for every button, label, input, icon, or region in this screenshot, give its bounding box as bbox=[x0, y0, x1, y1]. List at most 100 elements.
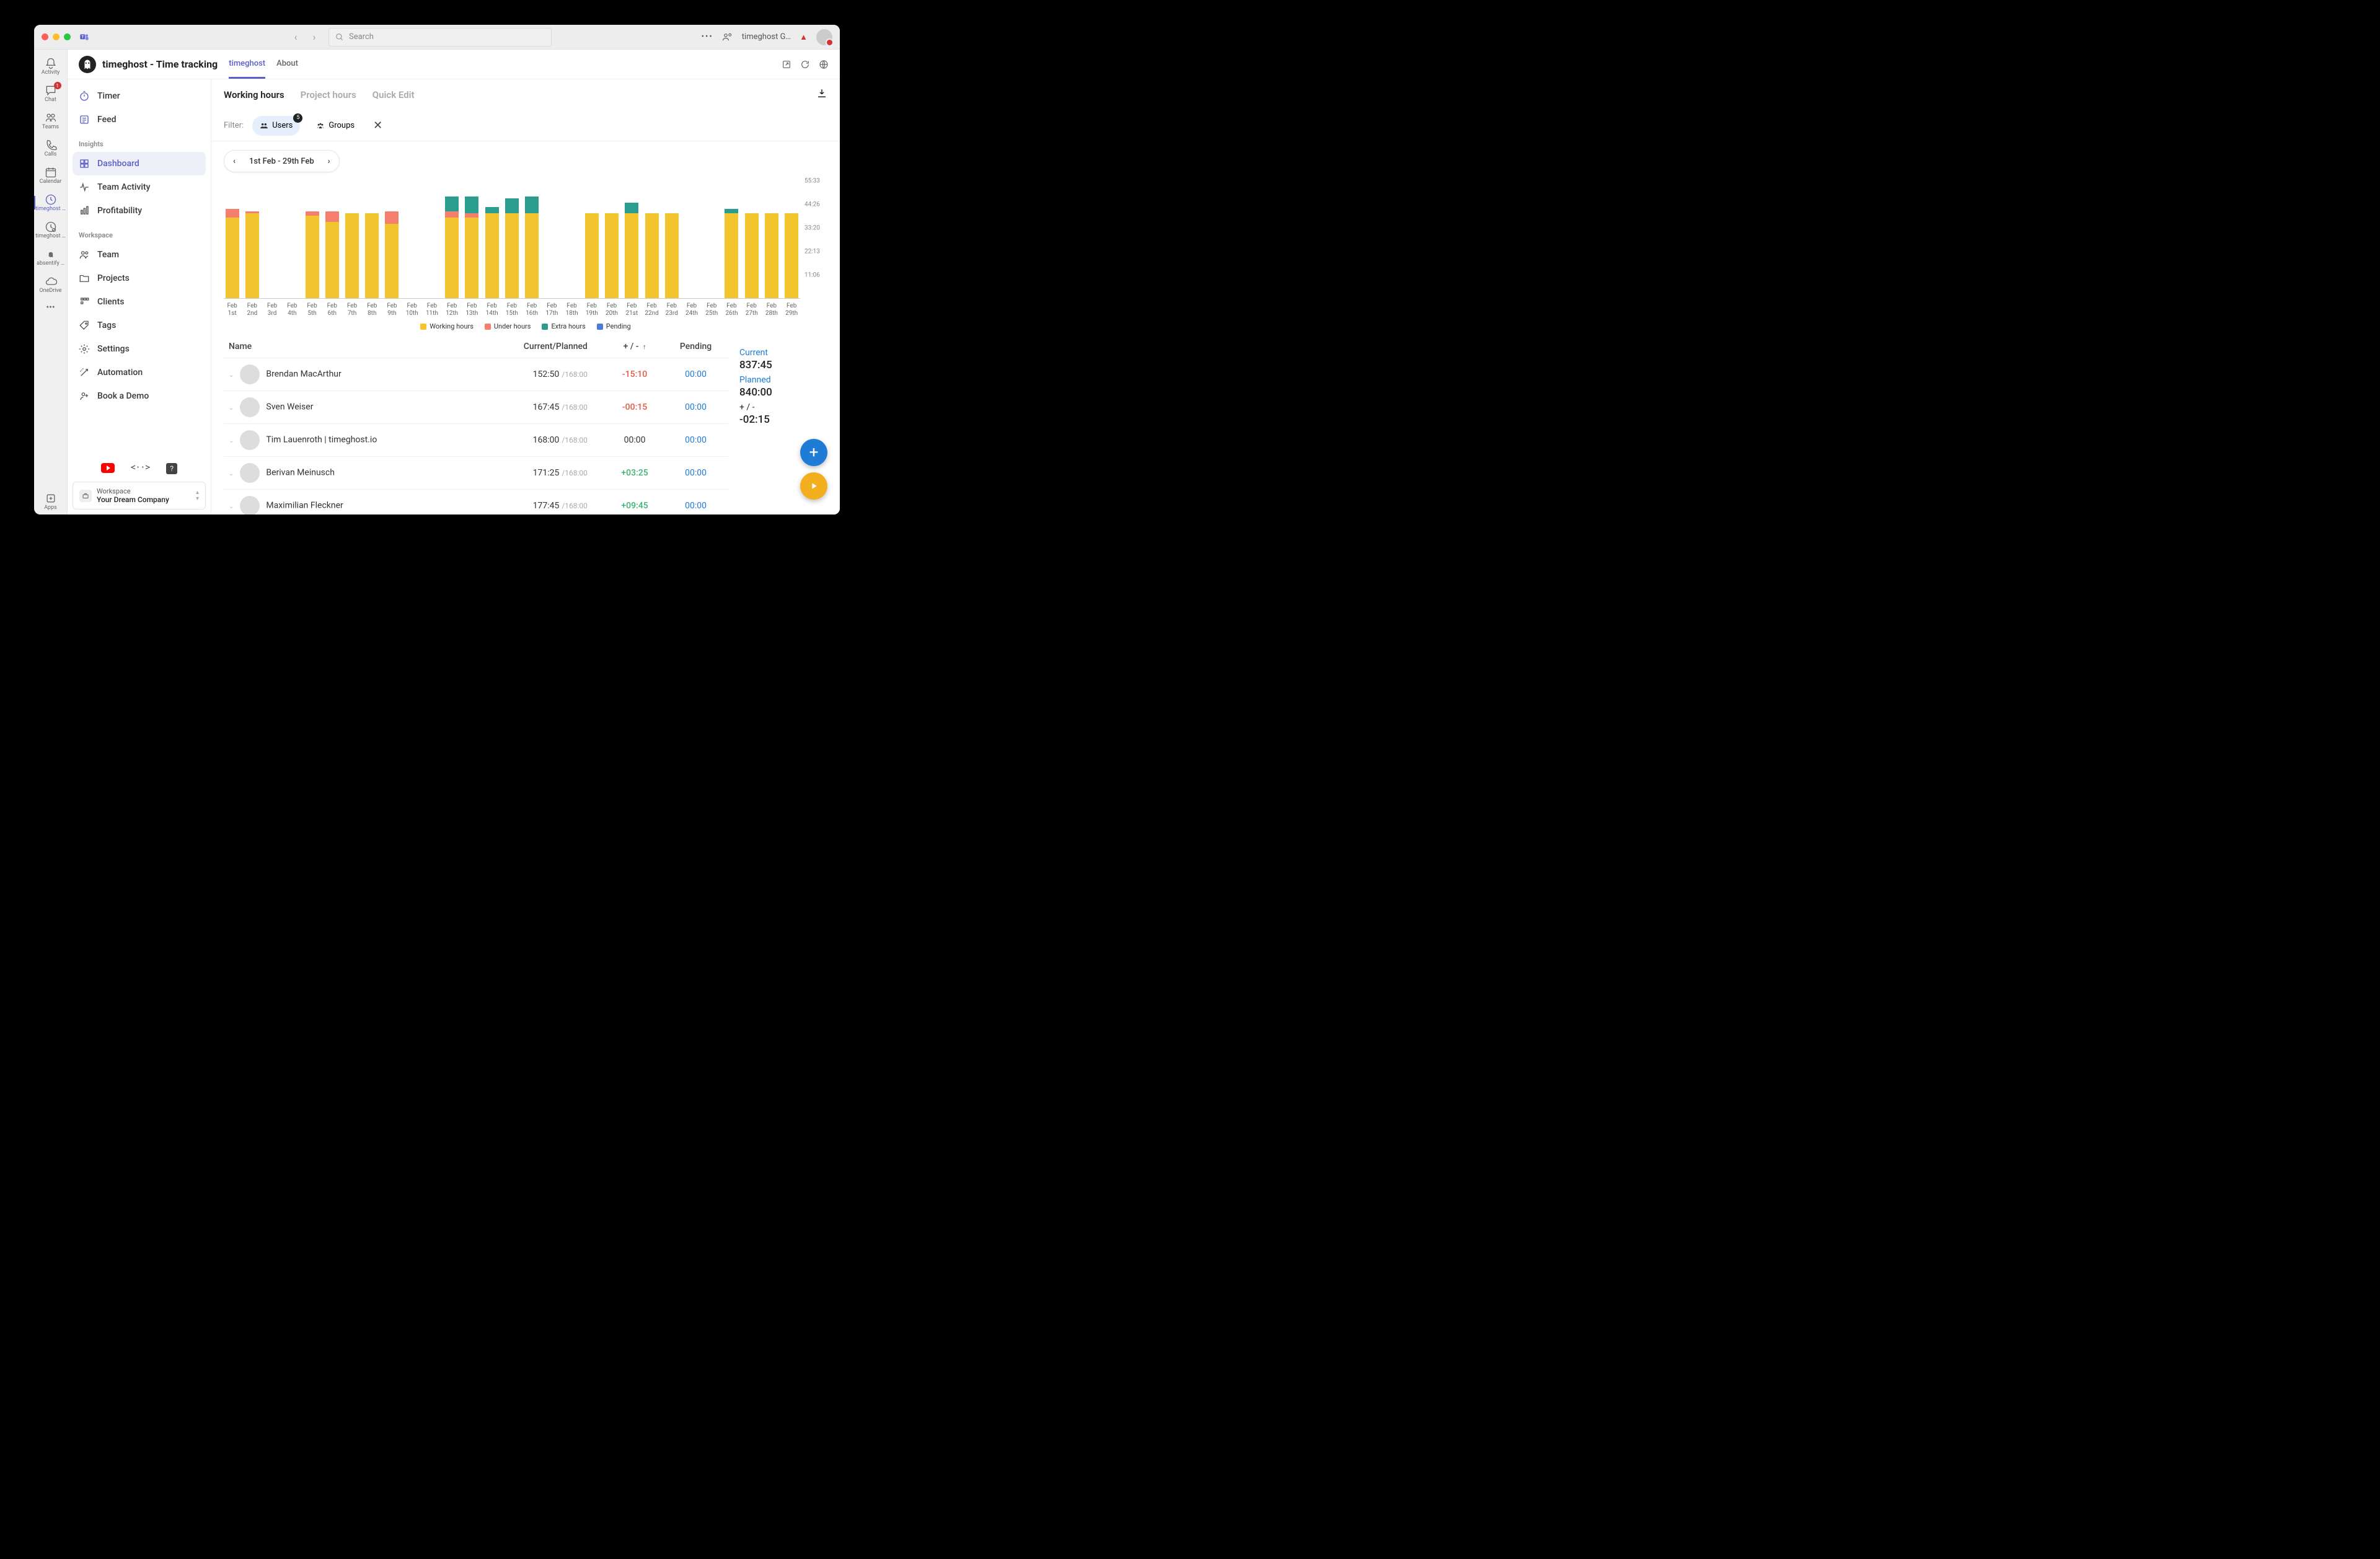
bar-day-6[interactable] bbox=[324, 211, 340, 298]
bar-day-7[interactable] bbox=[343, 213, 360, 298]
date-range-picker[interactable]: ‹ 1st Feb - 29th Feb › bbox=[224, 150, 340, 172]
rail-apps[interactable]: Apps bbox=[34, 488, 68, 515]
users-count-badge: 5 bbox=[293, 113, 302, 123]
col-delta[interactable]: + / - ↑ bbox=[606, 335, 663, 358]
nav-projects[interactable]: Projects bbox=[73, 267, 206, 290]
x-axis: Feb1stFeb2ndFeb3rdFeb4thFeb5thFeb6thFeb7… bbox=[224, 303, 800, 317]
legend-under-hours[interactable]: Under hours bbox=[485, 322, 531, 330]
bar-day-9[interactable] bbox=[384, 211, 400, 298]
nav-team[interactable]: Team bbox=[73, 243, 206, 267]
maximize-window[interactable] bbox=[64, 33, 71, 40]
clear-filter[interactable]: ✕ bbox=[371, 119, 385, 132]
summary-current-label: Current bbox=[739, 348, 834, 358]
more-menu[interactable]: ••• bbox=[702, 32, 713, 42]
nav-profitability[interactable]: Profitability bbox=[73, 199, 206, 223]
nav-timer[interactable]: Timer bbox=[73, 84, 206, 108]
header-tab-timeghost[interactable]: timeghost bbox=[229, 50, 265, 79]
download-icon[interactable] bbox=[816, 88, 827, 102]
filter-groups-chip[interactable]: Groups bbox=[309, 116, 362, 136]
rail-activity[interactable]: Activity bbox=[34, 53, 68, 79]
expand-icon[interactable]: ⌄ bbox=[229, 405, 234, 412]
help-icon[interactable]: ? bbox=[166, 463, 177, 474]
bar-day-16[interactable] bbox=[524, 197, 540, 298]
svg-text:a: a bbox=[48, 250, 52, 258]
rail-timeghost[interactable]: timeghost … bbox=[34, 217, 68, 243]
nav-tags[interactable]: Tags bbox=[73, 314, 206, 337]
prev-range[interactable]: ‹ bbox=[233, 157, 236, 166]
code-icon[interactable]: <··> bbox=[131, 463, 150, 474]
refresh-icon[interactable] bbox=[800, 60, 810, 69]
expand-icon[interactable]: ⌄ bbox=[229, 503, 234, 510]
bar-day-12[interactable] bbox=[444, 197, 461, 298]
bar-day-29[interactable] bbox=[783, 213, 800, 298]
col-name[interactable]: Name bbox=[224, 335, 470, 358]
expand-icon[interactable]: ⌄ bbox=[229, 372, 234, 379]
bar-day-28[interactable] bbox=[763, 213, 780, 298]
legend-pending[interactable]: Pending bbox=[597, 322, 631, 330]
tab-working-hours[interactable]: Working hours bbox=[224, 89, 284, 100]
nav-settings[interactable]: Settings bbox=[73, 337, 206, 361]
bar-day-1[interactable] bbox=[224, 209, 240, 298]
rail-onedrive[interactable]: OneDrive bbox=[34, 272, 68, 298]
nav-back[interactable]: ‹ bbox=[288, 29, 304, 45]
table-row[interactable]: ⌄Maximilian Fleckner 177:45/168:00 +09:4… bbox=[224, 490, 728, 515]
nav-team-activity[interactable]: Team Activity bbox=[73, 175, 206, 199]
table-row[interactable]: ⌄Sven Weiser 167:45/168:00 -00:15 00:00 bbox=[224, 391, 728, 424]
bar-day-22[interactable] bbox=[643, 213, 660, 298]
rail-chat[interactable]: Chat1 bbox=[34, 81, 68, 107]
warning-icon[interactable]: ▲ bbox=[800, 32, 808, 42]
table-row[interactable]: ⌄Berivan Meinusch 171:25/168:00 +03:25 0… bbox=[224, 457, 728, 490]
nav-forward[interactable]: › bbox=[306, 29, 322, 45]
globe-icon[interactable] bbox=[819, 60, 829, 69]
summary-current-value: 837:45 bbox=[739, 359, 834, 371]
bar-day-8[interactable] bbox=[364, 213, 381, 298]
minimize-window[interactable] bbox=[53, 33, 60, 40]
rail-timeghost[interactable]: timeghost … bbox=[34, 190, 68, 216]
workspace-selector[interactable]: WorkspaceYour Dream Company ▴▾ bbox=[73, 482, 206, 510]
tab-quick-edit[interactable]: Quick Edit bbox=[372, 89, 415, 100]
nav-feed[interactable]: Feed bbox=[73, 108, 206, 131]
app-header: timeghost - Time tracking timeghostAbout bbox=[68, 50, 840, 79]
add-fab[interactable]: + bbox=[800, 439, 827, 466]
expand-icon[interactable]: ⌄ bbox=[229, 438, 234, 444]
nav-dashboard[interactable]: Dashboard bbox=[73, 152, 206, 175]
bar-day-13[interactable] bbox=[464, 197, 480, 298]
search-input[interactable]: Search bbox=[328, 28, 552, 46]
close-window[interactable] bbox=[42, 33, 48, 40]
bar-day-21[interactable] bbox=[624, 203, 640, 298]
expand-icon[interactable]: ⌄ bbox=[229, 470, 234, 477]
rail-teams[interactable]: Teams bbox=[34, 108, 68, 134]
rail-absentify[interactable]: aabsentify … bbox=[34, 244, 68, 270]
bar-day-2[interactable] bbox=[244, 211, 260, 298]
table-row[interactable]: ⌄Brendan MacArthur 152:50/168:00 -15:10 … bbox=[224, 358, 728, 391]
legend-extra-hours[interactable]: Extra hours bbox=[542, 322, 585, 330]
rail-calendar[interactable]: Calendar bbox=[34, 162, 68, 188]
bar-day-20[interactable] bbox=[603, 213, 620, 298]
nav-automation[interactable]: Automation bbox=[73, 361, 206, 384]
user-avatar[interactable] bbox=[816, 29, 832, 45]
col-pending[interactable]: Pending bbox=[663, 335, 728, 358]
bar-day-15[interactable] bbox=[503, 198, 520, 298]
table-row[interactable]: ⌄Tim Lauenroth | timeghost.io 168:00/168… bbox=[224, 424, 728, 457]
bar-day-5[interactable] bbox=[304, 211, 320, 298]
popout-icon[interactable] bbox=[782, 60, 791, 69]
header-tab-about[interactable]: About bbox=[276, 50, 298, 78]
nav-book-a-demo[interactable]: Book a Demo bbox=[73, 384, 206, 408]
bar-day-14[interactable] bbox=[483, 207, 500, 298]
bar-day-27[interactable] bbox=[743, 213, 760, 298]
rail-more[interactable]: ••• bbox=[34, 299, 68, 316]
filter-users-chip[interactable]: Users 5 bbox=[252, 116, 300, 136]
rail-calls[interactable]: Calls bbox=[34, 135, 68, 161]
col-current-planned[interactable]: Current/Planned bbox=[470, 335, 606, 358]
legend-working-hours[interactable]: Working hours bbox=[420, 322, 474, 330]
youtube-icon[interactable] bbox=[101, 463, 115, 474]
people-icon[interactable] bbox=[722, 32, 733, 43]
bar-day-23[interactable] bbox=[663, 213, 680, 298]
bar-day-19[interactable] bbox=[583, 213, 600, 298]
nav-clients[interactable]: Clients bbox=[73, 290, 206, 314]
bar-day-26[interactable] bbox=[723, 209, 740, 298]
play-fab[interactable] bbox=[800, 472, 827, 500]
tab-project-hours[interactable]: Project hours bbox=[301, 89, 356, 100]
avatar bbox=[240, 397, 260, 417]
next-range[interactable]: › bbox=[328, 157, 330, 166]
